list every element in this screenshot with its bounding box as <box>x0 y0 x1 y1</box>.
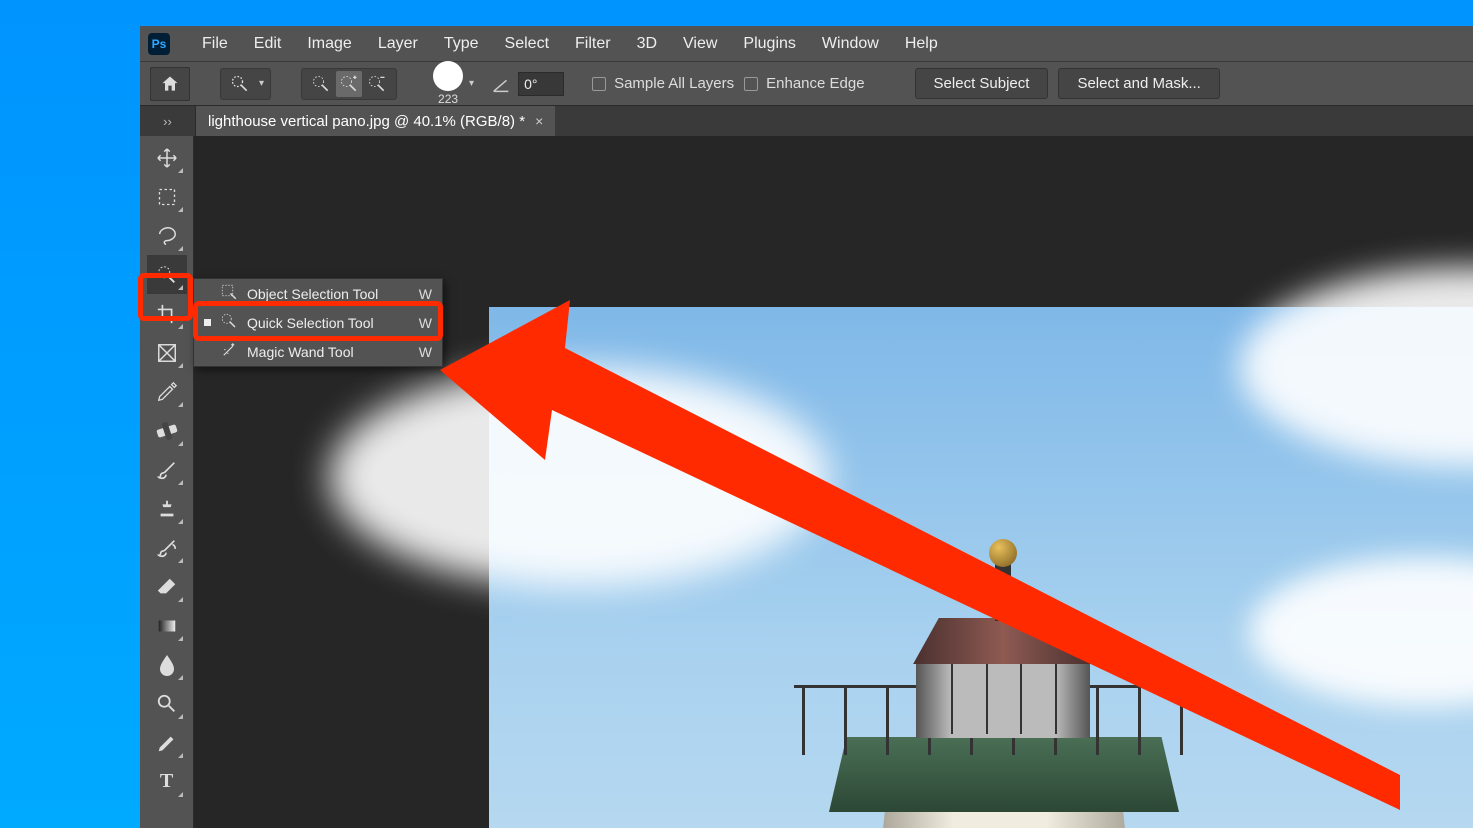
enhance-edge-label: Enhance Edge <box>766 75 864 92</box>
chevron-down-icon: ▾ <box>259 78 264 89</box>
type-tool[interactable]: T <box>147 762 187 801</box>
selection-tool-flyout: Object Selection Tool W Quick Selection … <box>193 278 443 367</box>
flyout-label: Magic Wand Tool <box>247 344 410 360</box>
quick-selection-icon <box>227 71 253 97</box>
menu-type[interactable]: Type <box>432 31 491 57</box>
home-button[interactable] <box>150 67 190 101</box>
add-to-selection-icon[interactable] <box>336 71 362 97</box>
clone-stamp-tool[interactable] <box>147 489 187 528</box>
close-tab-icon[interactable]: × <box>535 113 543 129</box>
brush-picker[interactable]: 223 ▾ <box>427 68 480 100</box>
checkbox-icon <box>744 77 758 91</box>
marquee-tool[interactable] <box>147 177 187 216</box>
home-icon <box>160 74 180 94</box>
flyout-magic-wand[interactable]: Magic Wand Tool W <box>194 337 442 366</box>
sample-all-layers-label: Sample All Layers <box>614 75 734 92</box>
document-tab-bar: ›› lighthouse vertical pano.jpg @ 40.1% … <box>140 106 1473 136</box>
document-title: lighthouse vertical pano.jpg @ 40.1% (RG… <box>208 113 525 130</box>
flyout-shortcut: W <box>419 344 432 360</box>
menu-file[interactable]: File <box>190 31 240 57</box>
flyout-label: Object Selection Tool <box>247 286 410 302</box>
eraser-tool[interactable] <box>147 567 187 606</box>
move-tool[interactable] <box>147 138 187 177</box>
brush-angle-control[interactable] <box>490 72 564 96</box>
blur-tool[interactable] <box>147 645 187 684</box>
angle-icon <box>490 73 512 95</box>
menu-bar: Ps File Edit Image Layer Type Select Fil… <box>140 26 1473 61</box>
brush-preview-icon <box>433 61 463 91</box>
menu-select[interactable]: Select <box>493 31 561 57</box>
menu-layer[interactable]: Layer <box>366 31 430 57</box>
flyout-label: Quick Selection Tool <box>247 315 410 331</box>
eyedropper-tool[interactable] <box>147 372 187 411</box>
tool-preset-picker[interactable]: ▾ <box>220 68 271 100</box>
flyout-object-selection[interactable]: Object Selection Tool W <box>194 279 442 308</box>
pen-tool[interactable] <box>147 723 187 762</box>
select-and-mask-button[interactable]: Select and Mask... <box>1058 68 1219 99</box>
menu-edit[interactable]: Edit <box>242 31 294 57</box>
menu-view[interactable]: View <box>671 31 729 57</box>
frame-tool[interactable] <box>147 333 187 372</box>
magic-wand-icon <box>220 341 238 362</box>
main-area: T <box>140 136 1473 828</box>
flyout-quick-selection[interactable]: Quick Selection Tool W <box>194 308 442 337</box>
photoshop-logo-icon: Ps <box>148 33 170 55</box>
menu-filter[interactable]: Filter <box>563 31 623 57</box>
history-brush-tool[interactable] <box>147 528 187 567</box>
enhance-edge-checkbox[interactable]: Enhance Edge <box>744 75 864 92</box>
chevron-down-icon: ▾ <box>469 78 474 89</box>
new-selection-icon[interactable] <box>308 71 334 97</box>
canvas[interactable] <box>194 136 1473 828</box>
crop-tool[interactable] <box>147 294 187 333</box>
spot-healing-tool[interactable] <box>147 411 187 450</box>
subtract-from-selection-icon[interactable] <box>364 71 390 97</box>
menu-image[interactable]: Image <box>295 31 363 57</box>
flyout-shortcut: W <box>419 286 432 302</box>
dodge-tool[interactable] <box>147 684 187 723</box>
checkbox-icon <box>592 77 606 91</box>
brush-size-label: 223 <box>438 92 458 106</box>
object-selection-icon <box>220 283 238 304</box>
menu-help[interactable]: Help <box>893 31 950 57</box>
menu-window[interactable]: Window <box>810 31 891 57</box>
document-image <box>489 307 1473 828</box>
menu-plugins[interactable]: Plugins <box>731 31 807 57</box>
quick-selection-icon <box>220 312 238 333</box>
selection-mode-group <box>301 68 397 100</box>
lasso-tool[interactable] <box>147 216 187 255</box>
select-subject-button[interactable]: Select Subject <box>915 68 1049 99</box>
sample-all-layers-checkbox[interactable]: Sample All Layers <box>592 75 734 92</box>
active-indicator-icon <box>204 319 211 326</box>
brush-angle-input[interactable] <box>518 72 564 96</box>
expand-panels-handle[interactable]: ›› <box>140 106 196 136</box>
document-tab[interactable]: lighthouse vertical pano.jpg @ 40.1% (RG… <box>196 106 555 136</box>
menu-3d[interactable]: 3D <box>625 31 669 57</box>
tools-panel: T <box>140 136 194 828</box>
quick-selection-tool[interactable] <box>147 255 187 294</box>
brush-tool[interactable] <box>147 450 187 489</box>
options-bar: ▾ 223 ▾ Sample All Layers Enhance Edg <box>140 61 1473 106</box>
gradient-tool[interactable] <box>147 606 187 645</box>
flyout-shortcut: W <box>419 315 432 331</box>
photoshop-window: Ps File Edit Image Layer Type Select Fil… <box>140 26 1473 828</box>
